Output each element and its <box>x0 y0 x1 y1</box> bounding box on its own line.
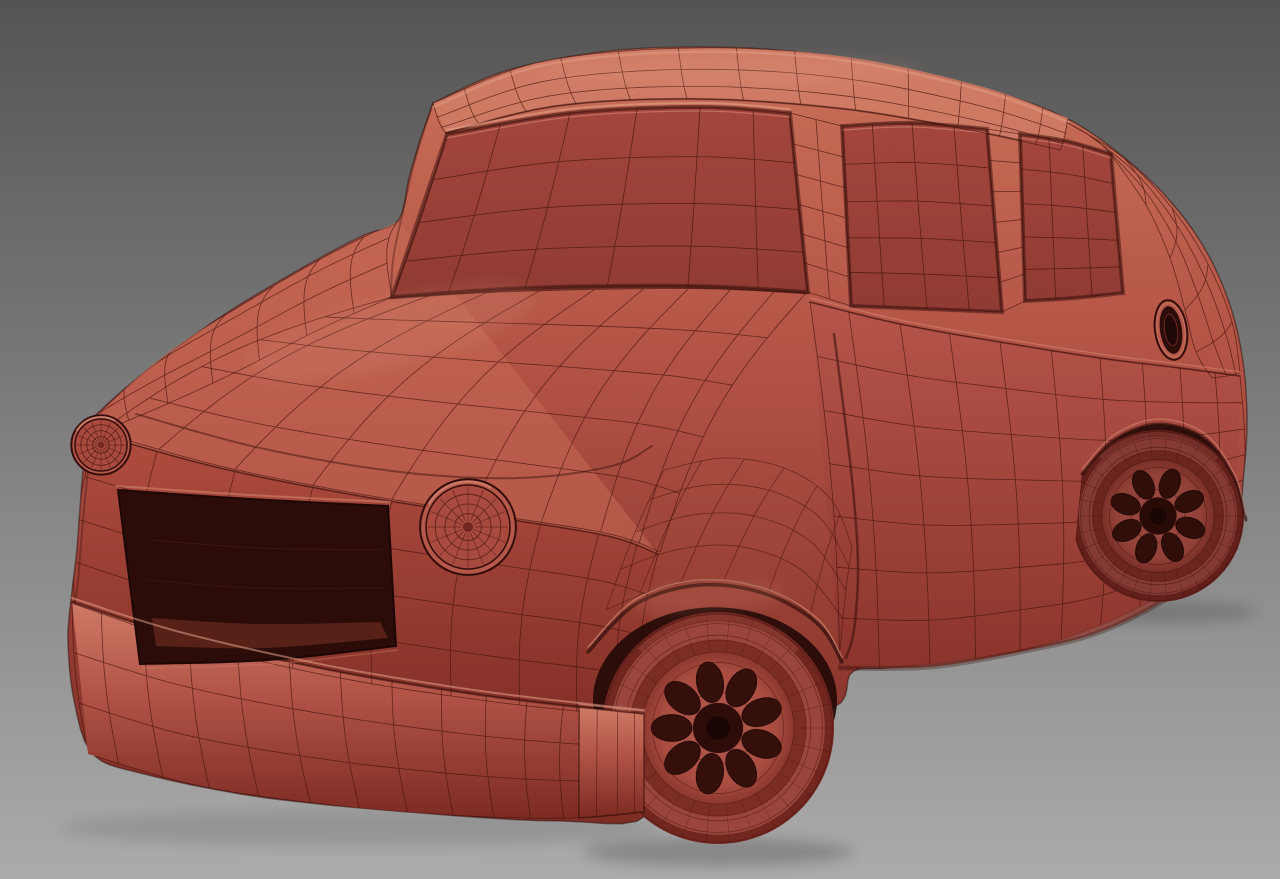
car-model-render <box>0 0 1280 879</box>
viewport-3d[interactable] <box>0 0 1280 879</box>
grille <box>115 485 399 669</box>
